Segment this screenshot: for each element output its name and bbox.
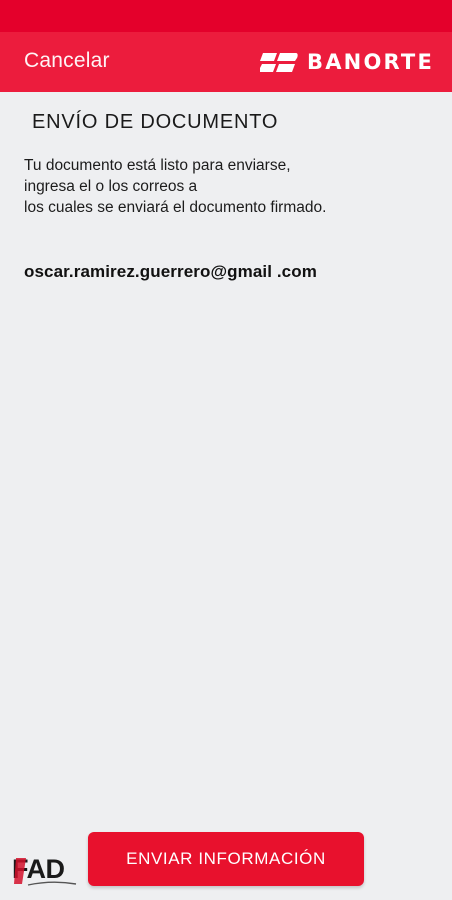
cancel-button[interactable]: Cancelar	[24, 49, 110, 73]
email-recipient[interactable]: oscar.ramirez.guerrero@gmail .com	[24, 262, 317, 282]
fad-swoosh-icon	[14, 858, 77, 886]
brand-logo: BANORTE	[260, 48, 434, 76]
brand-name: BANORTE	[307, 50, 434, 74]
instructions-line: los cuales se enviará el documento firma…	[24, 199, 327, 216]
send-information-button[interactable]: ENVIAR INFORMACIÓN	[88, 832, 364, 886]
page-title: ENVÍO DE DOCUMENTO	[32, 111, 279, 133]
instructions-text: Tu documento está listo para enviarse, i…	[24, 155, 434, 218]
fad-logo: FAD	[12, 854, 78, 892]
status-bar	[0, 0, 452, 32]
instructions-line: Tu documento está listo para enviarse,	[24, 157, 291, 174]
banorte-logo-icon	[260, 53, 298, 72]
instructions-line: ingresa el o los correos a	[24, 178, 198, 195]
app-header: Cancelar BANORTE	[0, 32, 452, 92]
